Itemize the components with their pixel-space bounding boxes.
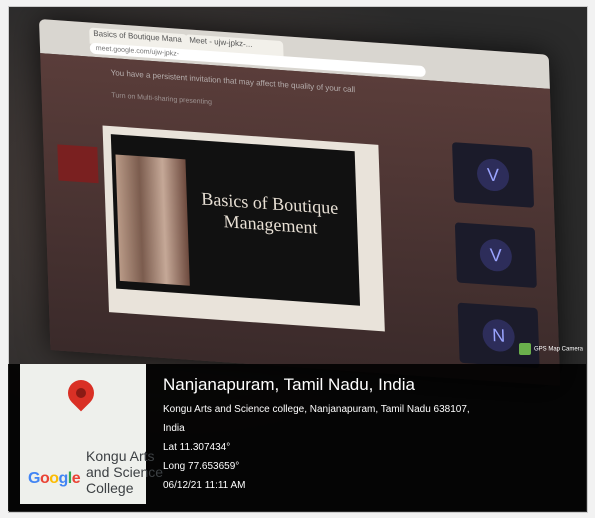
map-pin-icon bbox=[62, 374, 100, 412]
presentation-frame: Basics of Boutique Management bbox=[102, 125, 385, 332]
notice-text: You have a persistent invitation that ma… bbox=[110, 68, 356, 95]
location-address: Kongu Arts and Science college, Nanjanap… bbox=[163, 404, 470, 415]
gps-camera-label: GPS Map Camera bbox=[534, 346, 584, 353]
participant-avatar: V bbox=[476, 157, 510, 193]
subnotice-text: Turn on Multi-sharing presenting bbox=[111, 92, 213, 107]
google-logo: Google bbox=[28, 470, 81, 487]
location-info: Nanjanapuram, Tamil Nadu, India Kongu Ar… bbox=[163, 374, 573, 495]
participant-tile[interactable]: V bbox=[454, 222, 537, 289]
slide-title: Basics of Boutique Management bbox=[200, 188, 339, 238]
location-title: Nanjanapuram, Tamil Nadu, India bbox=[163, 375, 415, 394]
participant-tile[interactable]: V bbox=[452, 142, 535, 208]
timestamp: 06/12/21 11:11 AM bbox=[163, 480, 246, 491]
map-thumbnail: Kongu Arts and Science College Google bbox=[20, 364, 163, 504]
participant-avatar: N bbox=[482, 318, 516, 353]
location-overlay: Kongu Arts and Science College Google Na… bbox=[8, 364, 586, 511]
slide-image bbox=[115, 154, 190, 286]
map-place-label: Kongu Arts and Science College bbox=[86, 448, 164, 496]
gps-camera-badge: GPS Map Camera bbox=[519, 343, 587, 359]
side-thumbnail bbox=[57, 144, 99, 184]
participant-avatar: V bbox=[479, 238, 513, 273]
longitude: Long 77.653659° bbox=[163, 461, 240, 472]
gps-camera-icon bbox=[519, 343, 531, 355]
presentation-slide: Basics of Boutique Management bbox=[110, 134, 361, 306]
monitor-screen: Basics of Boutique Mana Meet - ujw-jpkz-… bbox=[39, 19, 561, 386]
latitude: Lat 11.307434° bbox=[163, 442, 231, 453]
location-country: India bbox=[163, 423, 185, 434]
meeting-content: You have a persistent invitation that ma… bbox=[40, 53, 561, 386]
